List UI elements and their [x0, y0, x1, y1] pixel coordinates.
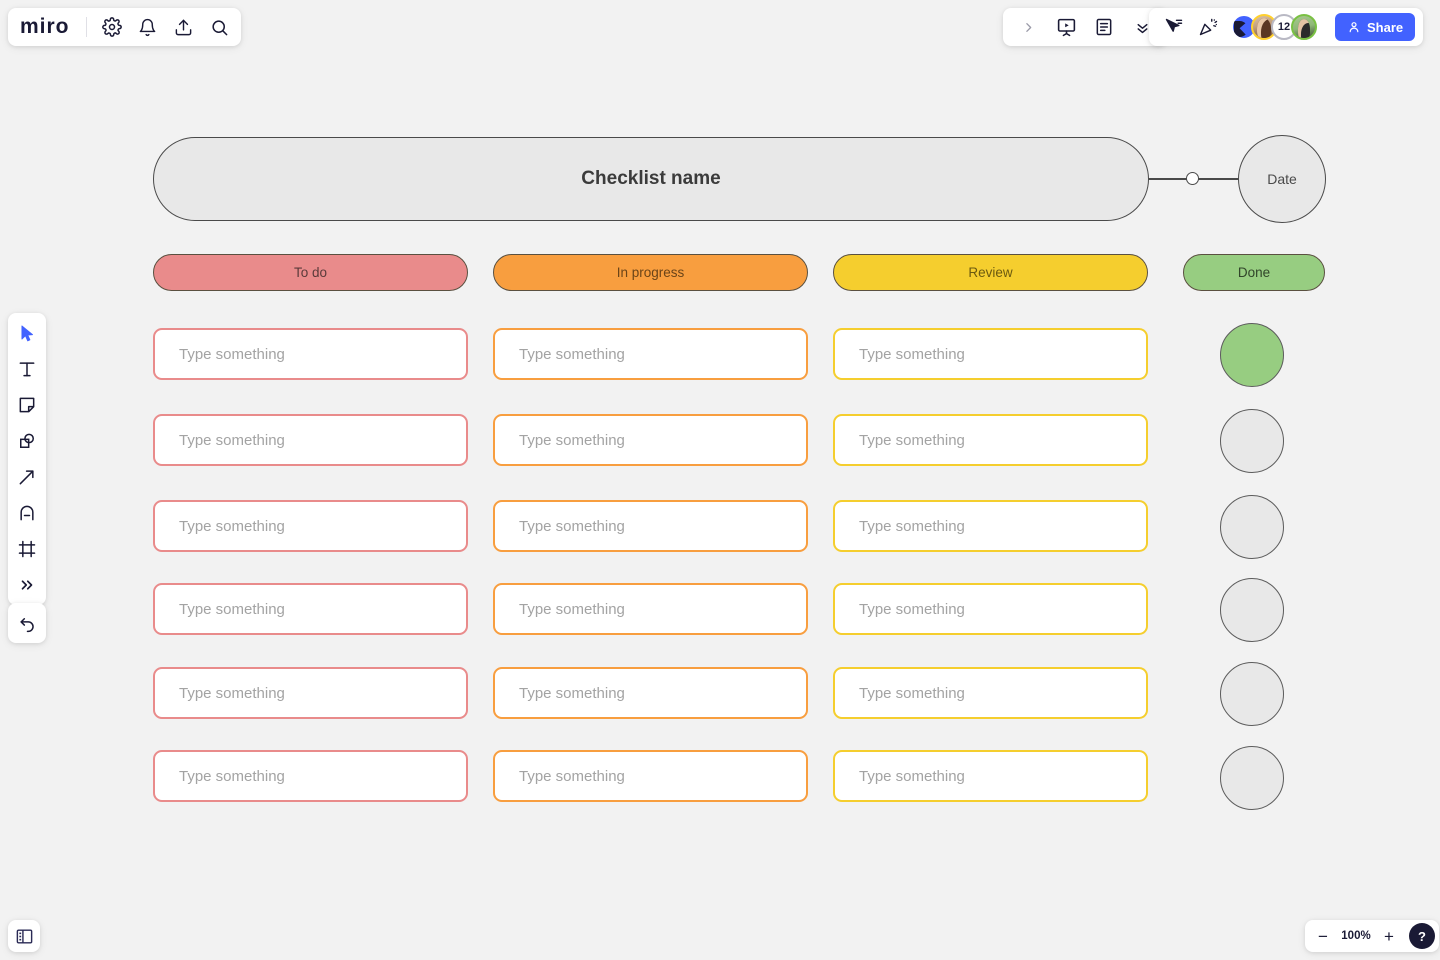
card-placeholder-text: Type something: [859, 517, 965, 535]
card-placeholder-text: Type something: [179, 345, 285, 363]
shapes-tool[interactable]: [15, 429, 39, 453]
panel-toggle-icon[interactable]: [12, 924, 36, 948]
card-placeholder-text: Type something: [179, 600, 285, 618]
card-placeholder-text: Type something: [519, 600, 625, 618]
select-tool[interactable]: [15, 321, 39, 345]
notes-icon[interactable]: [1093, 16, 1115, 38]
bell-icon[interactable]: [137, 16, 159, 38]
miro-board-app: Checklist name Date To do In progress Revi…: [0, 0, 1440, 960]
card-todo-6[interactable]: Type something: [153, 750, 468, 802]
page-title: Checklist name: [581, 168, 721, 189]
zoom-out-button[interactable]: −: [1315, 928, 1331, 945]
card-in-progress-1[interactable]: Type something: [493, 328, 808, 380]
card-in-progress-2[interactable]: Type something: [493, 414, 808, 466]
card-todo-5[interactable]: Type something: [153, 667, 468, 719]
column-header-todo[interactable]: To do: [153, 254, 468, 291]
card-placeholder-text: Type something: [519, 345, 625, 363]
avatar-count-label: 12: [1277, 21, 1291, 33]
share-button[interactable]: Share: [1335, 13, 1416, 41]
card-placeholder-text: Type something: [519, 431, 625, 449]
checklist-header-shape[interactable]: Checklist name: [153, 137, 1149, 221]
done-circle-6[interactable]: [1220, 746, 1284, 810]
frame-tool[interactable]: [15, 537, 39, 561]
undo-icon[interactable]: [15, 611, 39, 635]
toolbar-divider: [85, 17, 87, 37]
more-tools[interactable]: [15, 573, 39, 597]
column-header-label: Done: [1237, 265, 1271, 280]
card-placeholder-text: Type something: [179, 431, 285, 449]
upload-icon[interactable]: [173, 16, 195, 38]
column-header-label: To do: [293, 265, 328, 280]
zoom-toolbar: − 100% + ?: [1305, 920, 1439, 952]
share-button-label: Share: [1367, 19, 1404, 35]
card-placeholder-text: Type something: [179, 684, 285, 702]
chevron-right-icon[interactable]: [1017, 16, 1039, 38]
card-placeholder-text: Type something: [519, 517, 625, 535]
card-todo-4[interactable]: Type something: [153, 583, 468, 635]
help-button[interactable]: ?: [1409, 923, 1435, 949]
card-placeholder-text: Type something: [179, 767, 285, 785]
card-review-2[interactable]: Type something: [833, 414, 1148, 466]
card-placeholder-text: Type something: [859, 431, 965, 449]
card-placeholder-text: Type something: [519, 684, 625, 702]
undo-toolbar: [8, 603, 46, 643]
column-header-label: In progress: [616, 265, 685, 280]
column-header-review[interactable]: Review: [833, 254, 1148, 291]
top-left-toolbar: miro: [8, 8, 241, 46]
text-tool[interactable]: [15, 357, 39, 381]
done-circle-1[interactable]: [1220, 323, 1284, 387]
avatar-user-2[interactable]: [1291, 14, 1317, 40]
card-review-6[interactable]: Type something: [833, 750, 1148, 802]
done-circle-4[interactable]: [1220, 578, 1284, 642]
celebrate-icon[interactable]: [1197, 16, 1219, 38]
card-in-progress-4[interactable]: Type something: [493, 583, 808, 635]
card-todo-1[interactable]: Type something: [153, 328, 468, 380]
card-in-progress-5[interactable]: Type something: [493, 667, 808, 719]
column-header-in-progress[interactable]: In progress: [493, 254, 808, 291]
gear-icon[interactable]: [101, 16, 123, 38]
connector-midpoint-handle[interactable]: [1186, 172, 1199, 185]
card-review-1[interactable]: Type something: [833, 328, 1148, 380]
search-icon[interactable]: [209, 16, 231, 38]
connector-line[interactable]: [1148, 172, 1240, 185]
person-icon: [1349, 22, 1359, 33]
column-header-label: Review: [968, 265, 1013, 280]
zoom-level-value[interactable]: 100%: [1341, 930, 1371, 942]
card-placeholder-text: Type something: [179, 517, 285, 535]
card-review-3[interactable]: Type something: [833, 500, 1148, 552]
panel-toggle-button[interactable]: [8, 920, 40, 952]
miro-logo[interactable]: miro: [20, 15, 80, 39]
done-circle-5[interactable]: [1220, 662, 1284, 726]
card-placeholder-text: Type something: [859, 767, 965, 785]
cursor-follow-icon[interactable]: [1163, 16, 1185, 38]
card-in-progress-3[interactable]: Type something: [493, 500, 808, 552]
date-node-label: Date: [1267, 171, 1297, 187]
pen-tool[interactable]: [15, 501, 39, 525]
connector-tool[interactable]: [15, 465, 39, 489]
card-placeholder-text: Type something: [519, 767, 625, 785]
card-placeholder-text: Type something: [859, 345, 965, 363]
card-review-4[interactable]: Type something: [833, 583, 1148, 635]
done-circle-2[interactable]: [1220, 409, 1284, 473]
left-tools-toolbar: [8, 313, 46, 605]
card-todo-3[interactable]: Type something: [153, 500, 468, 552]
zoom-in-button[interactable]: +: [1381, 928, 1397, 945]
column-header-done[interactable]: Done: [1183, 254, 1325, 291]
date-node[interactable]: Date: [1238, 135, 1326, 223]
card-placeholder-text: Type something: [859, 684, 965, 702]
card-in-progress-6[interactable]: Type something: [493, 750, 808, 802]
card-todo-2[interactable]: Type something: [153, 414, 468, 466]
card-review-5[interactable]: Type something: [833, 667, 1148, 719]
top-right-toolbar-secondary: 12 Share: [1149, 8, 1424, 46]
done-circle-3[interactable]: [1220, 495, 1284, 559]
sticky-note-tool[interactable]: [15, 393, 39, 417]
collaborator-avatars: 12: [1231, 14, 1317, 40]
board-canvas[interactable]: Checklist name Date To do In progress Revi…: [0, 0, 1440, 960]
card-placeholder-text: Type something: [859, 600, 965, 618]
top-right-toolbar-primary: [1003, 8, 1167, 46]
presentation-icon[interactable]: [1055, 16, 1077, 38]
